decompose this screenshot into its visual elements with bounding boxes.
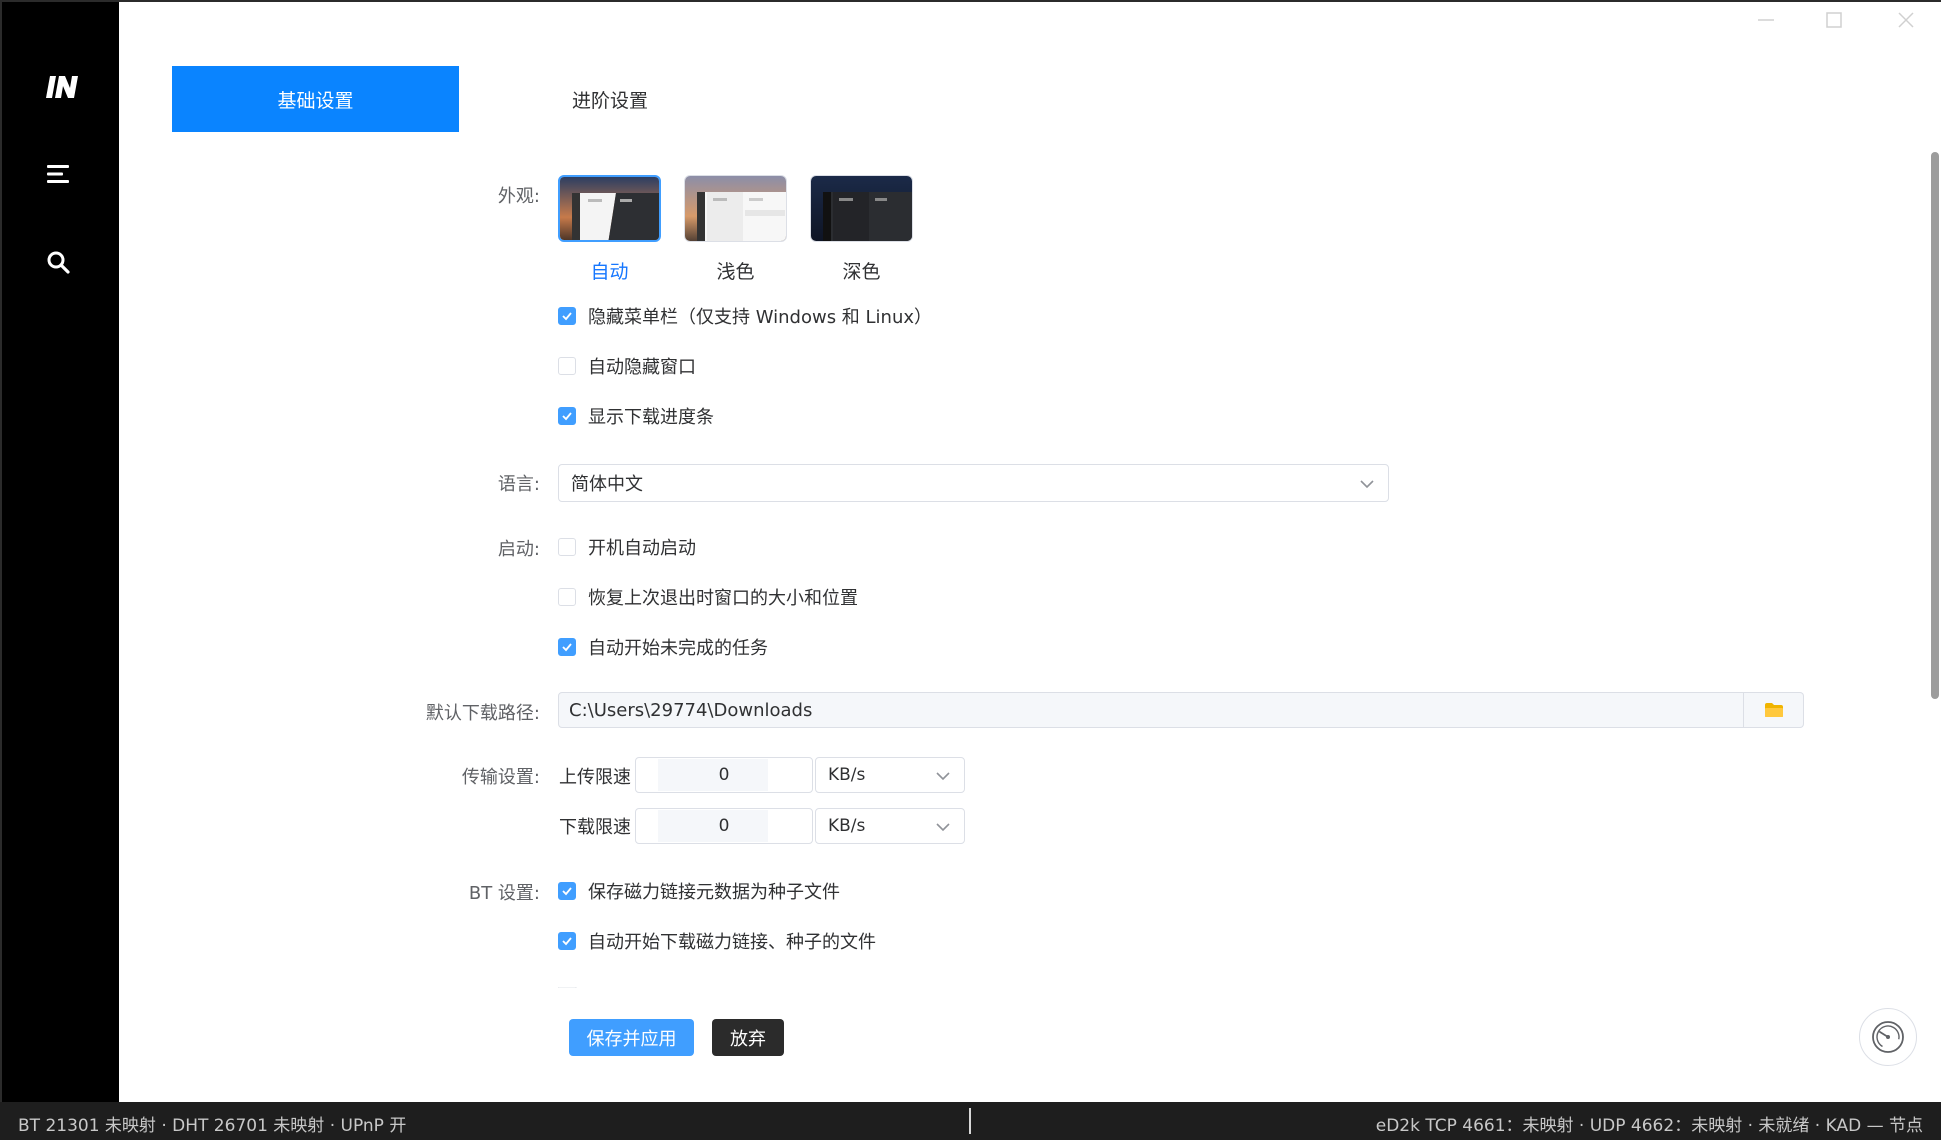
- theme-auto-label[interactable]: 自动: [558, 257, 661, 284]
- restore-window-label: 恢复上次退出时窗口的大小和位置: [588, 588, 858, 609]
- show-progress-bar-checkbox[interactable]: 显示下载进度条: [558, 403, 714, 429]
- language-value: 简体中文: [571, 474, 643, 495]
- save-magnet-metadata-label: 保存磁力链接元数据为种子文件: [588, 882, 840, 903]
- download-unit-select[interactable]: KB/s: [815, 808, 965, 844]
- download-limit-label: 下载限速: [559, 817, 631, 838]
- status-divider: [969, 1108, 971, 1134]
- launch-at-startup-checkbox[interactable]: 开机自动启动: [558, 534, 696, 560]
- checkbox-unchecked-icon[interactable]: [558, 588, 576, 606]
- download-path-input[interactable]: C:\Users\29774\Downloads: [558, 692, 1744, 728]
- upload-limit-input[interactable]: 0: [635, 757, 813, 793]
- download-limit-value: 0: [718, 816, 730, 836]
- scrollbar[interactable]: [1931, 152, 1939, 699]
- status-ed2k-info: eD2k TCP 4661：未映射 · UDP 4662：未映射 · 未就绪 ·…: [1375, 1116, 1923, 1136]
- theme-auto-card[interactable]: [558, 175, 661, 242]
- chevron-down-icon: [1360, 480, 1374, 489]
- checkbox-unchecked-icon[interactable]: [558, 538, 576, 556]
- bt-settings-label: BT 设置:: [468, 883, 540, 904]
- discard-button[interactable]: 放弃: [712, 1019, 784, 1056]
- folder-icon: [1764, 703, 1783, 717]
- download-path-label: 默认下载路径:: [425, 703, 540, 724]
- maximize-button[interactable]: [1820, 8, 1848, 32]
- checkbox-checked-icon[interactable]: [558, 307, 576, 325]
- download-path-value: C:\Users\29774\Downloads: [569, 699, 813, 721]
- chevron-down-icon: [936, 772, 950, 781]
- theme-dark-card[interactable]: [810, 175, 913, 242]
- app-window: 基础设置 进阶设置 外观: 自动 浅色 深色 隐藏菜单栏（仅支持 Windows…: [0, 0, 1941, 1102]
- upload-unit-value: KB/s: [828, 765, 866, 785]
- auto-hide-window-label: 自动隐藏窗口: [588, 357, 696, 378]
- launch-at-startup-label: 开机自动启动: [588, 538, 696, 559]
- tab-advanced-settings[interactable]: 进阶设置: [472, 66, 748, 132]
- status-bt-info: BT 21301 未映射 · DHT 26701 未映射 · UPnP 开: [18, 1116, 407, 1136]
- close-button[interactable]: [1892, 8, 1920, 32]
- menu-icon[interactable]: [44, 160, 72, 188]
- search-icon[interactable]: [44, 248, 72, 276]
- browse-folder-button[interactable]: [1744, 692, 1804, 728]
- checkbox-checked-icon[interactable]: [558, 932, 576, 950]
- resume-tasks-checkbox[interactable]: 自动开始未完成的任务: [558, 634, 768, 660]
- theme-light-card[interactable]: [684, 175, 787, 242]
- show-progress-bar-label: 显示下载进度条: [588, 407, 714, 428]
- auto-hide-window-checkbox[interactable]: 自动隐藏窗口: [558, 353, 696, 379]
- speedometer-icon: [1872, 1021, 1904, 1053]
- status-bar: BT 21301 未映射 · DHT 26701 未映射 · UPnP 开 eD…: [0, 1102, 1941, 1140]
- auto-start-magnet-label: 自动开始下载磁力链接、种子的文件: [588, 932, 876, 953]
- auto-start-magnet-checkbox[interactable]: 自动开始下载磁力链接、种子的文件: [558, 928, 876, 954]
- hide-menubar-checkbox[interactable]: 隐藏菜单栏（仅支持 Windows 和 Linux）: [558, 303, 932, 329]
- theme-light-label[interactable]: 浅色: [684, 257, 787, 284]
- transfer-label: 传输设置:: [461, 767, 540, 788]
- appearance-label: 外观:: [497, 186, 540, 207]
- restore-window-checkbox[interactable]: 恢复上次退出时窗口的大小和位置: [558, 584, 858, 610]
- startup-label: 启动:: [497, 539, 540, 560]
- checkbox-checked-icon[interactable]: [558, 882, 576, 900]
- checkbox-checked-icon[interactable]: [558, 407, 576, 425]
- sidebar: [2, 2, 119, 1102]
- theme-dark-label[interactable]: 深色: [810, 257, 913, 284]
- save-magnet-metadata-checkbox[interactable]: 保存磁力链接元数据为种子文件: [558, 878, 840, 904]
- language-select[interactable]: 简体中文: [558, 464, 1389, 502]
- tab-basic-settings[interactable]: 基础设置: [172, 66, 459, 132]
- minimize-button[interactable]: [1752, 8, 1780, 32]
- download-unit-value: KB/s: [828, 816, 866, 836]
- speedometer-button[interactable]: [1859, 1008, 1917, 1066]
- language-label: 语言:: [497, 474, 540, 495]
- save-apply-button[interactable]: 保存并应用: [569, 1019, 694, 1056]
- hide-menubar-label: 隐藏菜单栏（仅支持 Windows 和 Linux）: [588, 307, 933, 328]
- upload-limit-value: 0: [718, 765, 730, 785]
- upload-unit-select[interactable]: KB/s: [815, 757, 965, 793]
- resume-tasks-label: 自动开始未完成的任务: [588, 638, 768, 659]
- checkbox-unchecked-icon[interactable]: [558, 357, 576, 375]
- checkbox-checked-icon[interactable]: [558, 638, 576, 656]
- clipped-row: [558, 980, 718, 988]
- chevron-down-icon: [936, 823, 950, 832]
- download-limit-input[interactable]: 0: [635, 808, 813, 844]
- app-logo[interactable]: [44, 72, 86, 108]
- upload-limit-label: 上传限速: [559, 767, 631, 788]
